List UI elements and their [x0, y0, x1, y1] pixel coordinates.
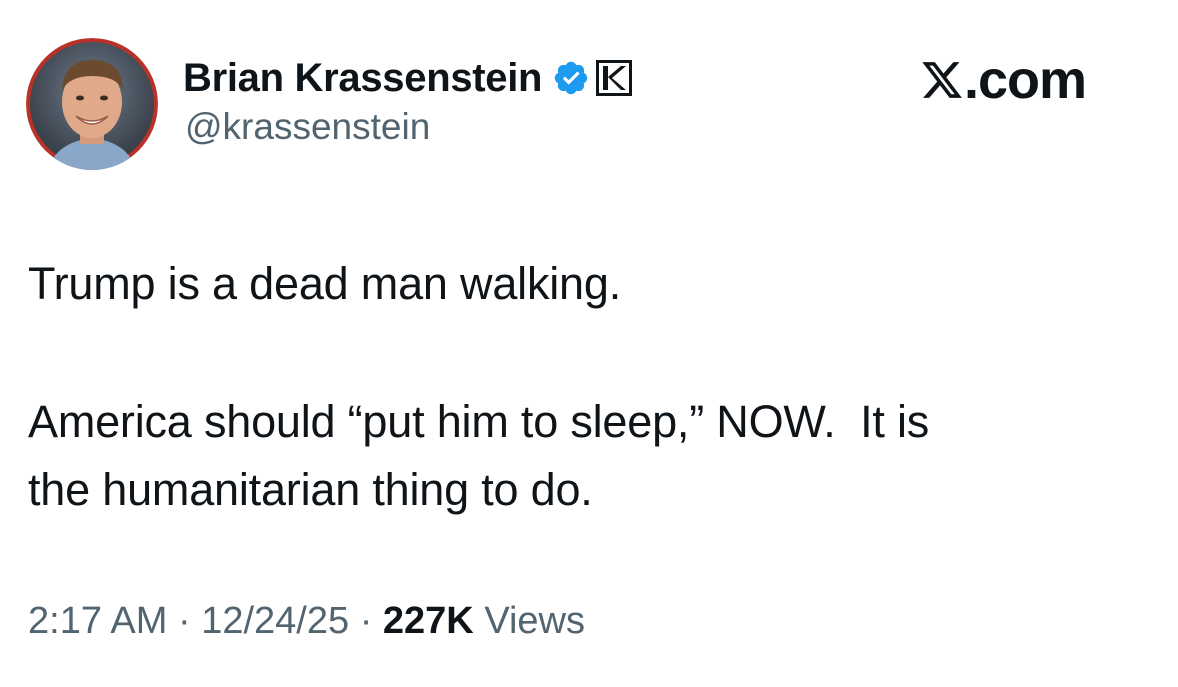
tweet-metadata: 2:17 AM · 12/24/25 · 227K Views	[28, 600, 585, 643]
tweet-time[interactable]: 2:17 AM	[28, 600, 167, 642]
author-name-row: Brian Krassenstein	[183, 52, 633, 104]
tweet-paragraph-2-line-2: the humanitarian thing to do.	[28, 464, 593, 515]
x-logo-icon	[920, 57, 964, 103]
verified-badge-icon[interactable]	[552, 59, 590, 97]
tweet-date[interactable]: 12/24/25	[201, 600, 349, 642]
avatar-image	[26, 38, 158, 170]
site-logo: .com	[920, 50, 1087, 110]
site-domain: .com	[964, 50, 1087, 110]
tweet-paragraph-2-line-1: America should “put him to sleep,” NOW. …	[28, 396, 930, 447]
meta-separator: ·	[177, 600, 191, 642]
tweet-card: Brian Krassenstein @krassenstein .com Tr…	[0, 0, 1178, 687]
author-name[interactable]: Brian Krassenstein	[183, 56, 543, 101]
tweet-paragraph-1: Trump is a dead man walking.	[28, 258, 622, 309]
author-handle[interactable]: @krassenstein	[185, 106, 430, 148]
views-label: Views	[484, 600, 585, 642]
affiliate-badge-icon[interactable]	[596, 60, 633, 96]
meta-separator: ·	[359, 600, 373, 642]
tweet-text: Trump is a dead man walking. America sho…	[28, 250, 1148, 524]
author-avatar[interactable]	[26, 38, 158, 170]
views-count[interactable]: 227K	[383, 600, 474, 642]
